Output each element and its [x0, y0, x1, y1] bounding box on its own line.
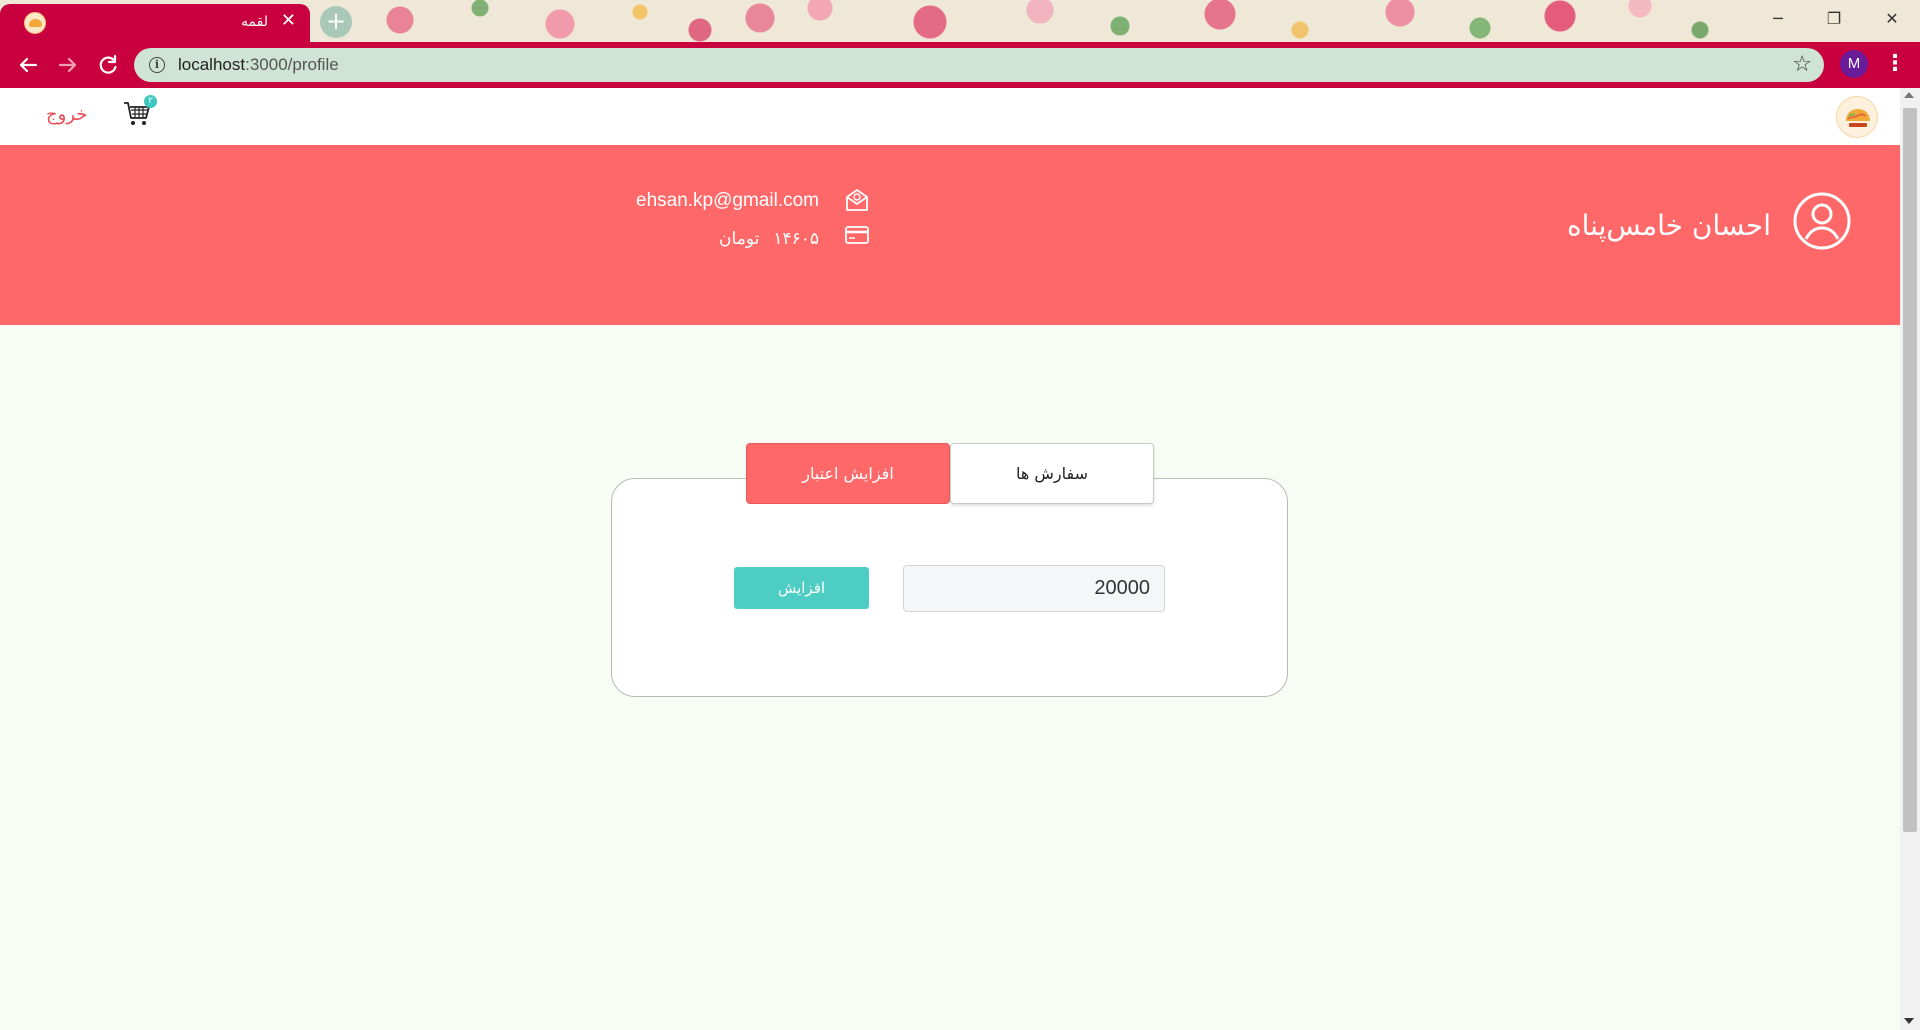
cart-count-badge: ۲ [144, 95, 157, 108]
tab-title: لقمه [241, 14, 268, 30]
logo-icon[interactable] [1836, 96, 1878, 138]
tab-close-icon[interactable]: ✕ [281, 12, 296, 30]
url-text: localhost:3000/profile [178, 55, 339, 74]
site-info-icon[interactable]: i [149, 57, 165, 73]
credit-amount: ۱۴۶۰۵ [773, 229, 819, 249]
scroll-up-icon[interactable] [1904, 92, 1914, 98]
page-scrollbar[interactable] [1900, 88, 1920, 1030]
logout-link[interactable]: خروج [46, 104, 87, 125]
window-close-icon[interactable]: ✕ [1872, 6, 1912, 32]
reload-icon[interactable] [94, 51, 122, 79]
browser-profile-avatar[interactable]: M [1840, 50, 1868, 78]
profile-header: احسان خامس‌پناه ehsan.kp@gmail.com ۱۴۶۰۵… [0, 145, 1900, 325]
user-circle-icon [1793, 192, 1851, 250]
user-email: ehsan.kp@gmail.com [636, 190, 819, 211]
page-viewport: خروج ۲ احسان خامس‌پناه [0, 88, 1900, 1030]
new-tab-button[interactable]: + [320, 6, 352, 38]
scroll-thumb[interactable] [1903, 108, 1917, 832]
address-bar[interactable]: i localhost:3000/profile ☆ [134, 48, 1824, 82]
increase-credit-button[interactable]: افزایش [734, 567, 869, 609]
credit-amount-input[interactable] [903, 565, 1165, 612]
mail-icon [846, 189, 868, 211]
bookmark-star-icon[interactable]: ☆ [1792, 52, 1812, 77]
credit-currency: تومان [719, 229, 760, 249]
back-icon[interactable] [14, 51, 42, 79]
browser-toolbar: i localhost:3000/profile ☆ M ⋮ [0, 42, 1920, 88]
site-navbar: خروج ۲ [0, 88, 1900, 145]
favicon-icon [24, 12, 46, 34]
user-credit: ۱۴۶۰۵ تومان [719, 229, 819, 249]
tab-increase-credit[interactable]: افزایش اعتبار [746, 443, 950, 504]
browser-tab-strip: لقمه ✕ + ─ ❐ ✕ [0, 0, 1920, 42]
browser-menu-icon[interactable]: ⋮ [1884, 50, 1906, 78]
forward-icon[interactable] [54, 51, 82, 79]
browser-tab[interactable]: لقمه ✕ [0, 4, 310, 42]
restore-icon[interactable]: ❐ [1814, 6, 1854, 32]
user-name: احسان خامس‌پناه [1566, 209, 1771, 242]
scroll-down-icon[interactable] [1904, 1018, 1914, 1024]
credit-card-icon [845, 226, 869, 244]
minimize-icon[interactable]: ─ [1758, 6, 1798, 32]
cart-button[interactable]: ۲ [122, 95, 157, 130]
tab-orders[interactable]: سفارش ها [950, 443, 1154, 504]
